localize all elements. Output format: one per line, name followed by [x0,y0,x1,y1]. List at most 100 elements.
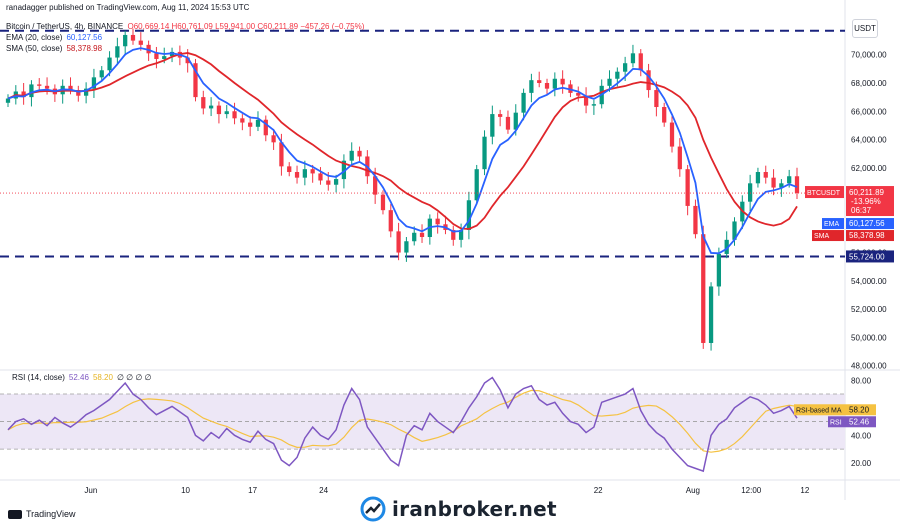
candle [271,135,276,143]
candle [29,84,34,98]
candle [693,205,698,235]
candle [490,114,495,137]
y-tick-label: 64,000.00 [851,136,887,145]
candle [396,231,401,253]
candle [591,104,597,106]
y-tick-label: 48,000.00 [851,362,887,371]
tradingview-footer[interactable]: TradingView [8,509,76,519]
candle [44,85,50,89]
candle [255,119,261,127]
watermark: iranbroker.net [360,496,557,522]
candle [208,105,214,109]
tradingview-brand: TradingView [26,509,76,519]
candle [435,218,440,225]
candle [607,78,612,86]
candle [708,286,714,343]
candle [333,179,339,185]
candle [505,116,511,130]
candle [349,150,354,161]
candle [115,46,120,58]
candle [654,90,659,108]
candle [154,53,159,59]
candle [294,172,300,178]
candle [701,234,706,343]
candle [638,53,643,71]
x-tick-label: 24 [319,486,328,495]
candle [5,98,11,103]
candle [466,200,472,230]
candle [521,92,526,113]
y-tick-label: 50,000.00 [851,333,887,342]
candle [646,70,651,91]
candle [544,82,550,89]
candle [388,210,393,232]
candle [162,56,167,59]
sma-price-label: 58,378.98 [849,231,885,240]
candle [232,111,237,119]
rsi-ma-price-label: 58.20 [849,405,870,414]
symbol-tag-label: BTCUSDT [807,190,841,197]
candle [287,166,292,173]
candle [615,71,620,79]
candle [404,241,409,253]
candle [318,173,323,181]
candle [224,111,229,115]
candle [685,169,690,206]
candle [240,118,245,123]
candle [669,122,675,147]
change-label: -13.96% [851,197,881,206]
level-price-label: 55,724.00 [849,252,885,261]
candle [787,176,792,184]
candle [771,177,776,188]
broker-logo-icon [360,496,386,522]
watermark-text: iranbroker.net [392,497,557,521]
candle [248,122,253,127]
x-tick-label: Jun [84,486,97,495]
candle [755,172,761,184]
rsi-price-label: 52.46 [849,417,870,426]
rsi-tick-label: 20.00 [851,459,872,468]
candle [630,53,636,64]
x-tick-label: Aug [686,486,700,495]
candle [560,78,565,85]
candle [123,34,128,47]
rsi-tick-label: 40.00 [851,431,872,440]
sma-tag-label: SMA [814,233,830,240]
sma-line [7,52,798,230]
candle [748,183,753,202]
candle [216,105,222,115]
x-tick-label: 12 [800,486,809,495]
candle [482,136,487,170]
rsi-tick-label: 80.00 [851,376,872,385]
candle [380,194,386,211]
candle [716,253,722,287]
candle [537,80,542,83]
x-tick-label: 12:00 [741,486,762,495]
y-tick-label: 52,000.00 [851,305,887,314]
candle [326,180,331,185]
candle [412,232,417,242]
rsi-ma-tag-label: RSI-based MA [796,407,842,414]
y-tick-label: 54,000.00 [851,277,887,286]
price-chart[interactable]: 70,000.00 68,000.00 66,000.00 64,000.00 62,0… [0,0,900,525]
x-tick-label: 17 [248,486,257,495]
candle [662,107,667,123]
candle [763,172,768,178]
candle [37,84,42,86]
candle [794,176,800,194]
candle [138,40,143,45]
candle [201,97,206,109]
candle [677,146,682,170]
candle [130,34,136,41]
candle [419,232,425,238]
ema-tag-label: EMA [824,221,840,228]
candle [99,70,104,78]
y-tick-label: 62,000.00 [851,164,887,173]
candle [474,169,479,201]
tradingview-logo-icon [8,509,22,519]
candle [529,80,534,93]
candle [498,114,503,117]
rsi-tag-label: RSI [830,419,842,426]
candle [302,169,307,178]
candle [552,78,557,89]
